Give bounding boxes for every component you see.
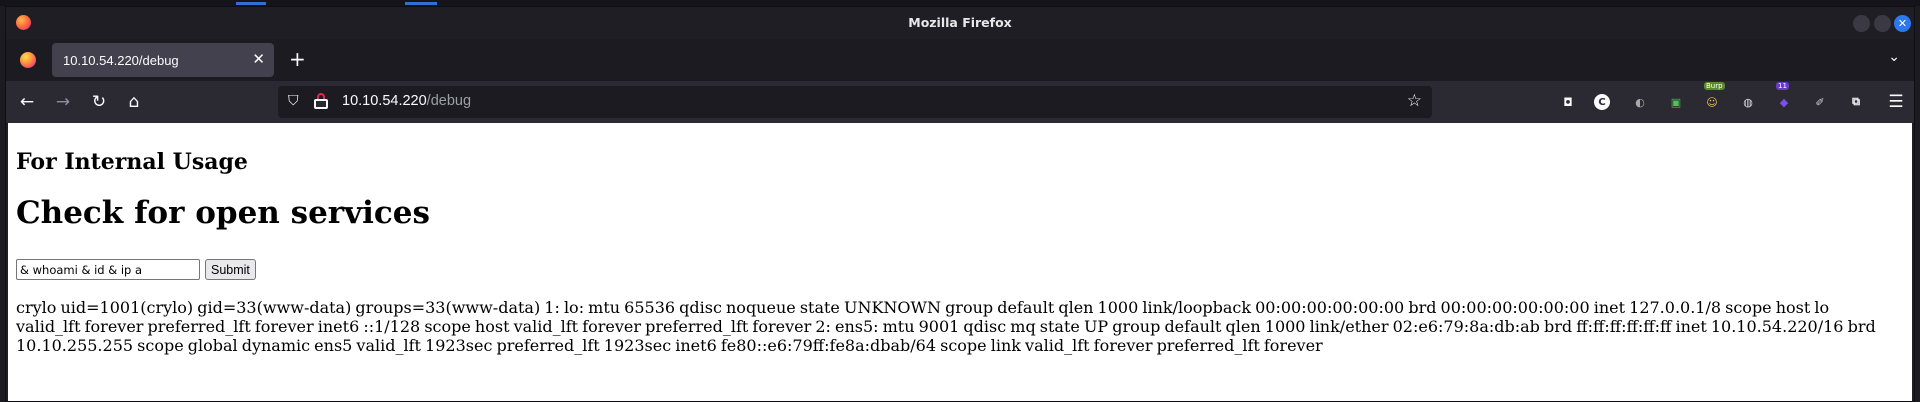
pocket-icon[interactable]: ◘: [1558, 92, 1578, 112]
url-host: 10.10.54.220: [342, 93, 427, 109]
command-output: crylo uid=1001(crylo) gid=33(www-data) g…: [16, 298, 1876, 355]
tab-debug[interactable]: 10.10.54.220/debug ✕: [52, 43, 274, 77]
feather-icon[interactable]: ✐: [1810, 92, 1830, 112]
taskbar-task-indicator[interactable]: [405, 2, 437, 5]
page-content: For Internal Usage Check for open servic…: [8, 123, 1912, 401]
navigation-toolbar: ← → ↻ ⌂ ⛉ 10.10.54.220/debug ☆ ☰ ◘ C ◐ ▣ ☺ Bu…: [6, 81, 1914, 123]
close-tab-icon[interactable]: ✕: [252, 50, 265, 68]
page-subheading: For Internal Usage: [16, 149, 248, 175]
globe-icon[interactable]: ◍: [1738, 92, 1758, 112]
submit-button[interactable]: Submit: [205, 259, 256, 280]
purple-extension-icon[interactable]: ◆: [1774, 92, 1794, 112]
home-button[interactable]: ⌂: [121, 89, 147, 115]
green-extension-icon[interactable]: ▣: [1666, 92, 1686, 112]
tor-onion-icon[interactable]: ◐: [1630, 92, 1650, 112]
back-button[interactable]: ←: [14, 89, 40, 115]
extension-badge: Burp: [1704, 82, 1725, 90]
page-heading: Check for open services: [16, 195, 430, 231]
firefox-window: Mozilla Firefox ✕ 10.10.54.220/debug ✕ +…: [5, 6, 1915, 402]
command-input[interactable]: [16, 259, 200, 280]
list-all-tabs-chevron-icon[interactable]: ⌄: [1888, 49, 1900, 65]
insecure-connection-lock-icon[interactable]: [314, 93, 328, 109]
extension-badge: 11: [1776, 82, 1789, 90]
firefox-logo-icon: [20, 52, 36, 68]
maximize-button[interactable]: [1874, 15, 1891, 32]
burp-foxyproxy-icon[interactable]: ☺: [1702, 92, 1722, 112]
minimize-button[interactable]: [1853, 15, 1870, 32]
tab-title: 10.10.54.220/debug: [63, 52, 179, 68]
command-form: Submit: [16, 259, 256, 280]
new-tab-button[interactable]: +: [289, 47, 306, 71]
title-bar[interactable]: Mozilla Firefox ✕: [6, 7, 1914, 39]
tab-strip: 10.10.54.220/debug ✕ + ⌄: [6, 39, 1914, 81]
close-window-button[interactable]: ✕: [1894, 15, 1911, 32]
forward-button[interactable]: →: [50, 89, 76, 115]
url-text[interactable]: 10.10.54.220/debug: [342, 93, 471, 109]
cookie-editor-icon[interactable]: C: [1594, 94, 1610, 110]
url-bar[interactable]: ⛉ 10.10.54.220/debug ☆: [278, 86, 1432, 118]
taskbar-task-indicator[interactable]: [236, 2, 266, 5]
tracking-protection-shield-icon[interactable]: ⛉: [288, 93, 299, 109]
extensions-puzzle-icon[interactable]: ⧉: [1846, 92, 1866, 112]
firefox-view-button[interactable]: [16, 48, 40, 72]
app-menu-hamburger-icon[interactable]: ☰: [1883, 89, 1909, 115]
reload-button[interactable]: ↻: [86, 89, 112, 115]
window-title: Mozilla Firefox: [908, 15, 1012, 30]
url-path: /debug: [426, 93, 472, 109]
bookmark-star-icon[interactable]: ☆: [1407, 91, 1422, 111]
